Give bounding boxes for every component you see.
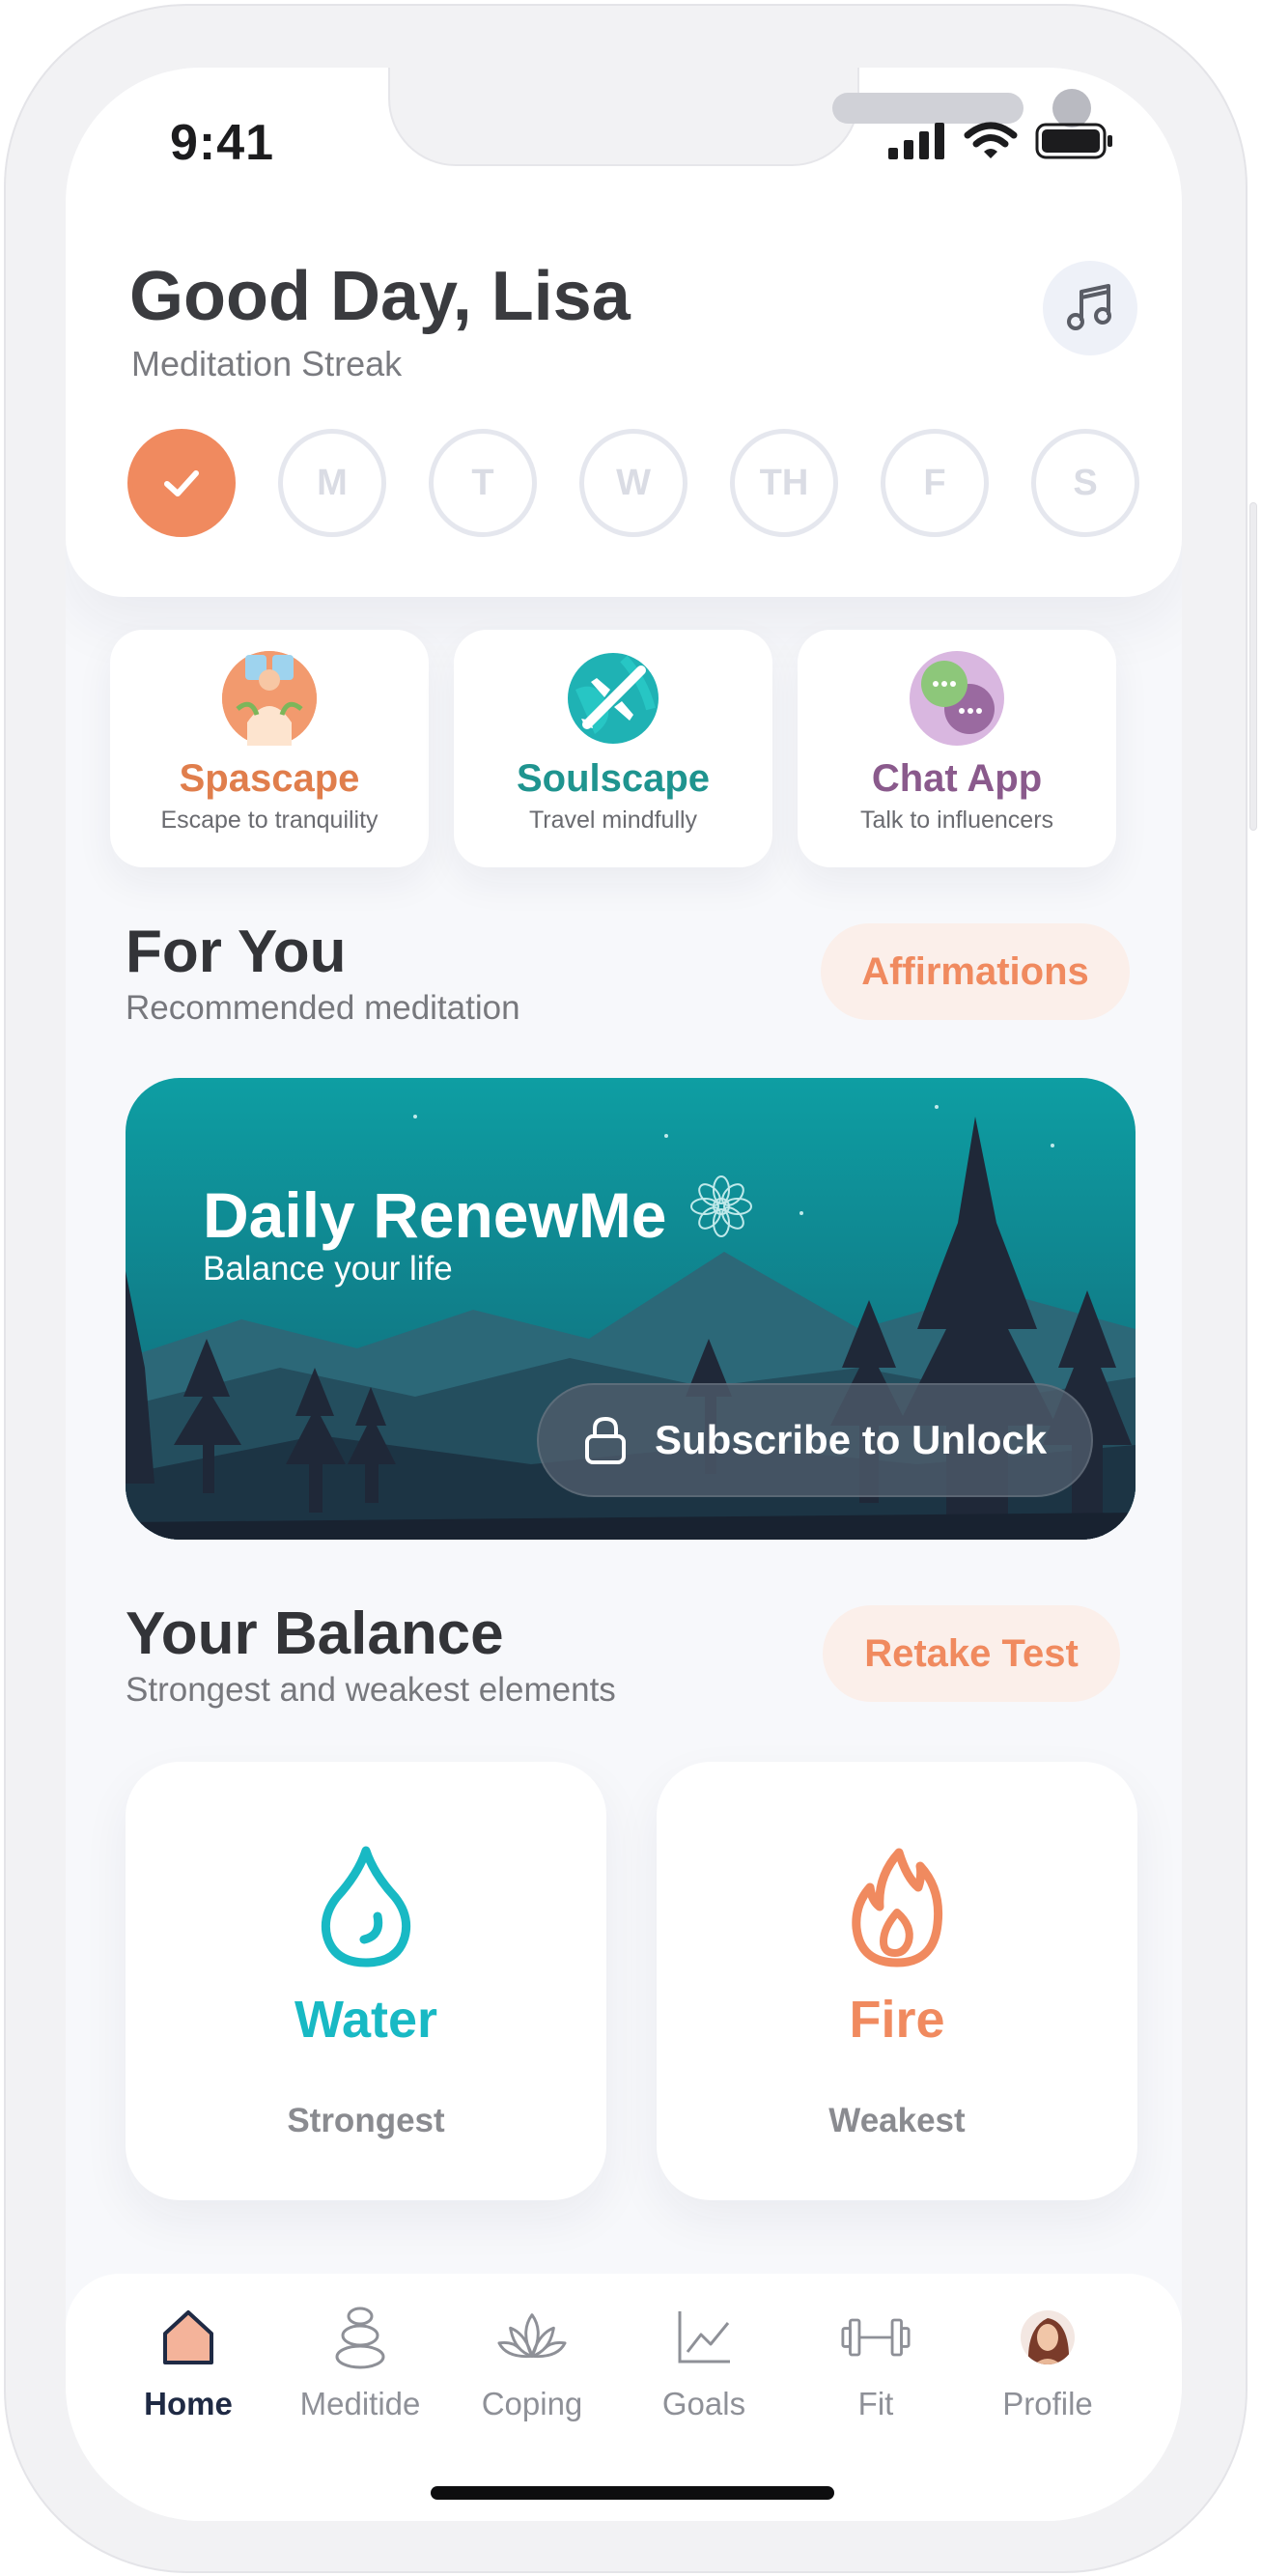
streak-day-m[interactable]: M	[278, 429, 386, 537]
checkmark-icon	[164, 470, 199, 496]
tab-label: Fit	[857, 2386, 894, 2421]
stones-icon	[325, 2303, 395, 2372]
dumbbell-icon	[841, 2303, 911, 2372]
tile-spascape[interactable]: Spascape Escape to tranquility	[110, 630, 429, 867]
spa-icon	[222, 651, 317, 746]
streak-day-completed[interactable]	[127, 429, 236, 537]
subscribe-unlock-label: Subscribe to Unlock	[655, 1417, 1048, 1462]
subscribe-unlock-button[interactable]: Subscribe to Unlock	[537, 1383, 1093, 1497]
streak-day-t[interactable]: T	[429, 429, 537, 537]
chart-line-icon	[669, 2303, 739, 2372]
tile-subtitle: Talk to influencers	[859, 807, 1054, 834]
tile-soulscape[interactable]: Soulscape Travel mindfully	[454, 630, 772, 867]
streak-day-f[interactable]: F	[881, 429, 989, 537]
home-indicator[interactable]	[431, 2486, 834, 2500]
lock-icon	[585, 1416, 626, 1464]
tab-bar: Home Meditide Coping Goals Fit Profile	[66, 2274, 1182, 2521]
daily-renewme-banner[interactable]: Daily RenewMe Balance your life Subscrib…	[126, 1078, 1136, 1540]
balance-title: Your Balance	[126, 1600, 504, 1667]
tab-meditide[interactable]: Meditide	[274, 2303, 446, 2422]
tab-label: Coping	[481, 2386, 583, 2421]
tab-goals[interactable]: Goals	[618, 2303, 790, 2422]
banner-title: Daily RenewMe	[203, 1179, 667, 1251]
tab-profile[interactable]: Profile	[962, 2303, 1134, 2422]
element-rank: Strongest	[287, 2102, 445, 2139]
lotus-icon	[497, 2303, 567, 2372]
retake-test-button[interactable]: Retake Test	[823, 1605, 1120, 1702]
chat-bubbles-icon	[910, 651, 1004, 746]
tab-label: Home	[144, 2386, 233, 2421]
element-name: Water	[294, 1991, 438, 2049]
tab-fit[interactable]: Fit	[790, 2303, 962, 2422]
tab-coping[interactable]: Coping	[446, 2303, 618, 2422]
streak-days: M T W TH F S	[127, 429, 1139, 537]
streak-day-w[interactable]: W	[579, 429, 687, 537]
streak-label: Meditation Streak	[131, 344, 403, 383]
for-you-subtitle: Recommended meditation	[126, 989, 520, 1027]
mandala-icon	[690, 1175, 752, 1237]
tab-label: Goals	[661, 2386, 746, 2421]
tab-list: Home Meditide Coping Goals Fit Profile	[102, 2303, 1134, 2422]
tile-title: Spascape	[179, 757, 360, 800]
affirmations-button[interactable]: Affirmations	[821, 923, 1130, 1020]
app-screen: 9:41 Good Day, Lisa Meditation Streak M …	[66, 68, 1182, 2521]
streak-day-th[interactable]: TH	[730, 429, 838, 537]
streak-day-s[interactable]: S	[1031, 429, 1139, 537]
element-card-fire[interactable]: Fire Weakest	[657, 1762, 1137, 2200]
side-button	[1249, 502, 1257, 831]
element-rank: Weakest	[828, 2102, 966, 2139]
tab-home[interactable]: Home	[102, 2303, 274, 2422]
flame-icon	[852, 1848, 943, 1967]
music-note-icon	[1067, 284, 1111, 330]
tile-title: Chat App	[871, 757, 1043, 800]
wifi-icon	[964, 122, 1018, 158]
status-icons	[888, 122, 1114, 160]
airplane-globe-icon	[566, 651, 660, 746]
home-icon	[154, 2303, 223, 2372]
element-name: Fire	[849, 1991, 945, 2049]
app-tiles: Spascape Escape to tranquility Soulscape…	[110, 630, 1116, 867]
music-button[interactable]	[1043, 261, 1137, 355]
tile-subtitle: Escape to tranquility	[160, 807, 379, 834]
avatar	[1013, 2303, 1082, 2372]
tab-label: Profile	[1002, 2386, 1093, 2421]
speaker	[832, 93, 1024, 124]
cellular-signal-icon	[888, 123, 944, 159]
header-card: 9:41 Good Day, Lisa Meditation Streak M …	[66, 68, 1182, 597]
banner-subtitle: Balance your life	[203, 1250, 453, 1288]
balance-subtitle: Strongest and weakest elements	[126, 1671, 616, 1709]
tile-chat-app[interactable]: Chat App Talk to influencers	[798, 630, 1116, 867]
for-you-title: For You	[126, 919, 347, 985]
greeting-title: Good Day, Lisa	[129, 258, 631, 335]
battery-icon	[1035, 123, 1112, 159]
tile-title: Soulscape	[516, 757, 711, 800]
tab-label: Meditide	[299, 2386, 421, 2421]
notch	[388, 68, 1091, 166]
tile-subtitle: Travel mindfully	[528, 807, 698, 834]
element-card-water[interactable]: Water Strongest	[126, 1762, 606, 2200]
water-drop-icon	[321, 1846, 411, 1967]
status-time: 9:41	[170, 115, 275, 171]
